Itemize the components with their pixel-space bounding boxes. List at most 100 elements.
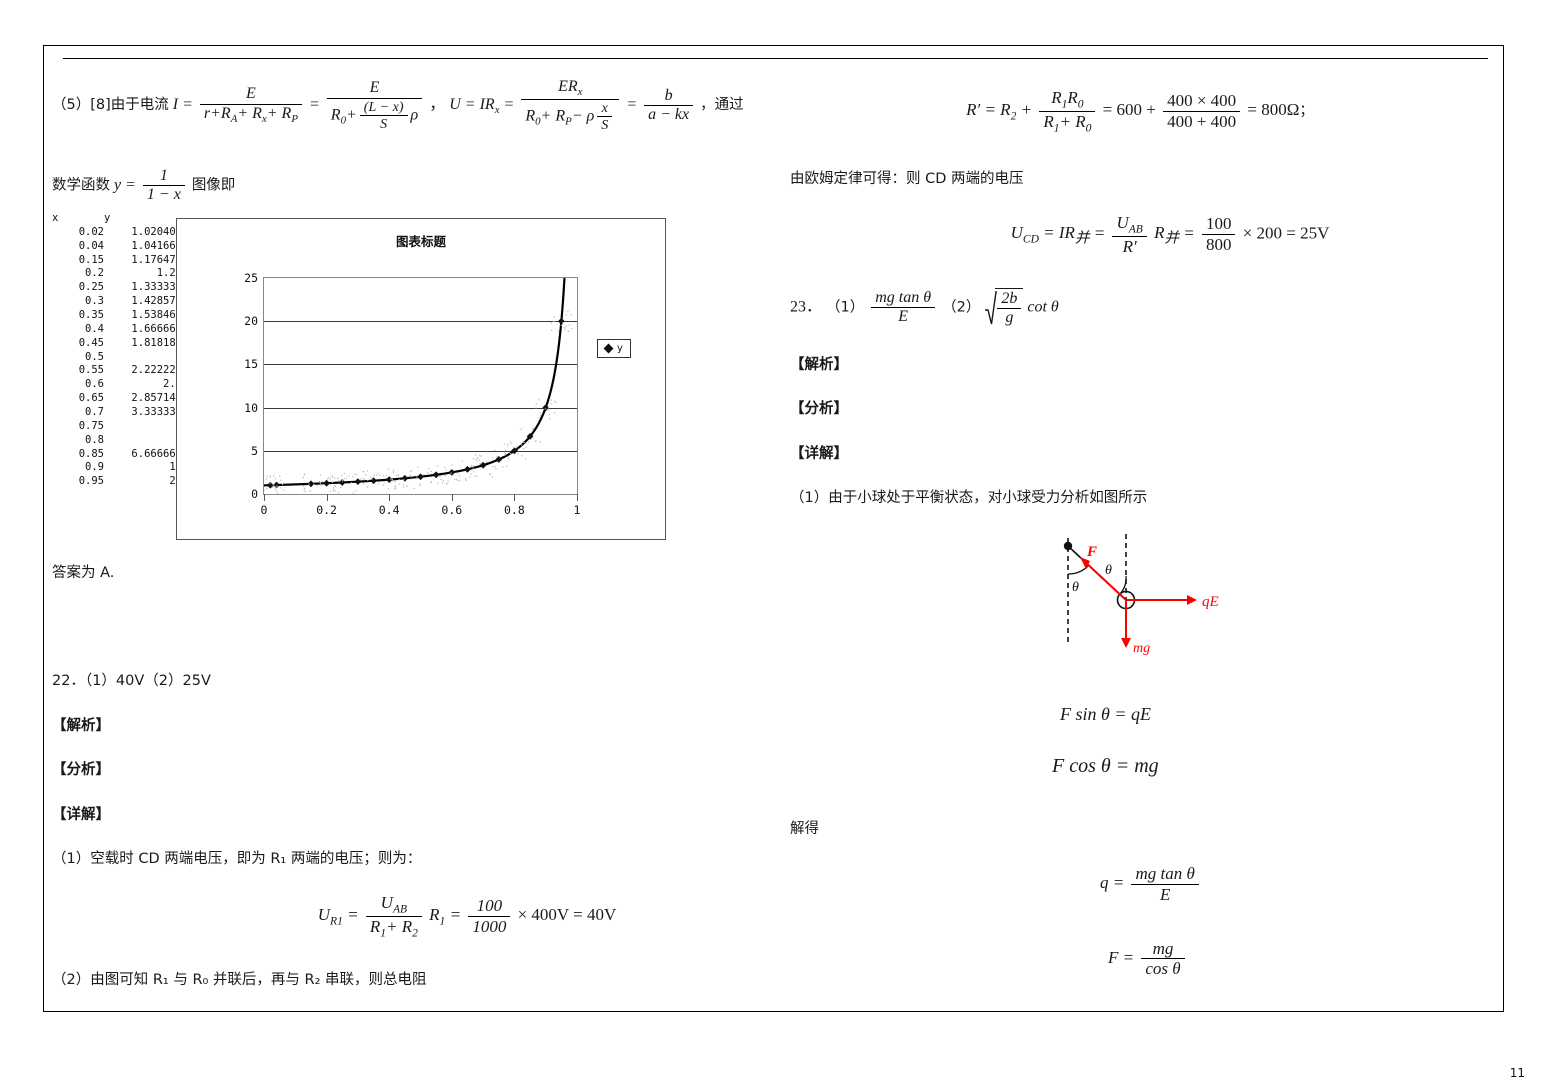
scan-noise-speckle xyxy=(377,472,379,474)
scan-noise-speckle xyxy=(535,407,537,409)
scan-noise-speckle xyxy=(417,466,419,468)
cell-x: 0.5 xyxy=(85,350,104,363)
scan-noise-speckle xyxy=(403,486,405,488)
equals-c: = xyxy=(1093,223,1106,243)
table-row: 0.35 1.538462 xyxy=(52,309,182,323)
scan-noise-speckle xyxy=(392,471,394,473)
scan-noise-speckle xyxy=(459,475,461,477)
scan-noise-speckle xyxy=(507,456,509,458)
scan-noise-speckle xyxy=(331,481,334,483)
scan-noise-speckle xyxy=(382,475,384,477)
data-point-marker xyxy=(479,461,487,469)
scan-noise-speckle xyxy=(366,486,368,488)
ir-parallel: = IR并 xyxy=(1043,223,1090,247)
comma-1: ， xyxy=(429,96,446,114)
scan-noise-speckle xyxy=(475,454,477,456)
y-tick-label: 25 xyxy=(244,271,258,285)
scan-noise-speckle xyxy=(327,478,329,480)
cell-x: 0.8 xyxy=(85,433,104,446)
y-tick-label: 15 xyxy=(244,357,258,372)
x-tick-label: 1 xyxy=(573,503,581,517)
scan-noise-speckle xyxy=(471,469,473,471)
table-row: 0.52 xyxy=(52,351,182,365)
scan-noise-speckle xyxy=(319,482,321,484)
scan-noise-speckle xyxy=(550,322,552,324)
cell-x: 0.85 xyxy=(78,447,104,460)
scan-noise-speckle xyxy=(510,441,512,443)
scan-noise-speckle xyxy=(383,481,385,483)
scan-noise-speckle xyxy=(565,325,567,327)
uab-numerator: UAB xyxy=(365,893,422,917)
scan-noise-speckle xyxy=(549,418,551,420)
table-row: 0.45 1.818182 xyxy=(52,337,182,351)
scan-noise-speckle xyxy=(476,475,478,477)
scan-noise-speckle xyxy=(266,475,268,477)
scan-noise-speckle xyxy=(555,401,557,403)
sqrt-expression: 2b g xyxy=(984,288,1024,328)
scan-noise-speckle xyxy=(348,475,350,477)
erx-numerator: ERx xyxy=(521,78,620,100)
scan-noise-speckle xyxy=(523,441,525,444)
cell-x: 0.95 xyxy=(78,475,104,488)
scan-noise-speckle xyxy=(328,477,330,479)
scan-noise-speckle xyxy=(447,480,449,482)
scan-noise-speckle xyxy=(538,399,540,401)
scan-noise-speckle xyxy=(540,414,542,417)
scan-noise-speckle xyxy=(341,474,343,476)
scan-noise-speckle xyxy=(521,428,523,430)
item22-fenxi-label: 【分析】 xyxy=(52,762,110,779)
scan-noise-speckle xyxy=(382,484,384,486)
scan-noise-speckle xyxy=(479,463,481,465)
scan-noise-speckle xyxy=(302,485,305,487)
scan-noise-speckle xyxy=(517,448,520,450)
scan-noise-speckle xyxy=(280,479,282,481)
cell-x: 0.55 xyxy=(78,364,104,377)
data-point-marker xyxy=(385,476,393,483)
scan-noise-speckle xyxy=(521,455,523,457)
scan-noise-speckle xyxy=(516,445,518,447)
scan-noise-speckle xyxy=(411,470,413,472)
scan-noise-speckle xyxy=(553,400,556,402)
scan-noise-speckle xyxy=(532,428,534,430)
mgtan-numerator: mg tan θ xyxy=(871,289,936,309)
scan-noise-speckle xyxy=(470,473,472,475)
cell-y: 1.176471 xyxy=(131,253,182,266)
page-number: 11 xyxy=(1509,1066,1525,1080)
scan-noise-speckle xyxy=(313,483,315,485)
scan-noise-speckle xyxy=(472,458,474,460)
scan-noise-speckle xyxy=(492,457,494,459)
force-diagram: F θ θ qE mg xyxy=(1030,528,1250,658)
scan-noise-speckle xyxy=(469,476,471,478)
current-symbol: I xyxy=(172,96,179,114)
cell-y: 1.25 xyxy=(156,267,182,280)
scan-noise-speckle xyxy=(375,474,378,476)
item23-xiangjie-label: 【详解】 xyxy=(790,445,848,462)
scan-noise-speckle xyxy=(329,490,331,492)
scan-noise-speckle xyxy=(519,429,521,431)
scan-noise-speckle xyxy=(342,480,344,482)
cell-x: 0.45 xyxy=(78,336,104,349)
y-tick-label: 20 xyxy=(244,314,258,329)
r1r2-denominator: R1+ R2 xyxy=(369,916,418,939)
scan-noise-speckle xyxy=(472,467,474,469)
scan-noise-speckle xyxy=(320,484,322,486)
scan-noise-speckle xyxy=(329,479,331,481)
left-column-lower: 答案为 A. 22．（1）40V（2）25V 【解析】 【分析】 【详解】 （1… xyxy=(52,562,752,1014)
scan-noise-speckle xyxy=(264,489,265,491)
scan-noise-speckle xyxy=(442,479,444,482)
data-point-marker xyxy=(448,469,456,476)
erx-denominator: R0+ RP− ρxS xyxy=(521,100,619,133)
cell-y: 5 xyxy=(110,434,182,448)
scan-noise-speckle xyxy=(406,485,408,487)
r-parallel-factor: R并 xyxy=(1154,223,1179,247)
q-numerator: mg tan θ xyxy=(1131,864,1199,886)
scan-noise-speckle xyxy=(437,465,439,467)
scan-noise-speckle xyxy=(304,491,306,493)
F-lhs: F = xyxy=(1108,947,1135,967)
cell-y: 6.666667 xyxy=(131,447,182,460)
item22-heading: 22．（1）40V（2）25V xyxy=(52,673,211,690)
scan-noise-speckle xyxy=(351,482,353,484)
akx-denominator: a − kx xyxy=(648,106,690,124)
scan-noise-speckle xyxy=(411,476,413,478)
scan-noise-speckle xyxy=(560,324,562,326)
